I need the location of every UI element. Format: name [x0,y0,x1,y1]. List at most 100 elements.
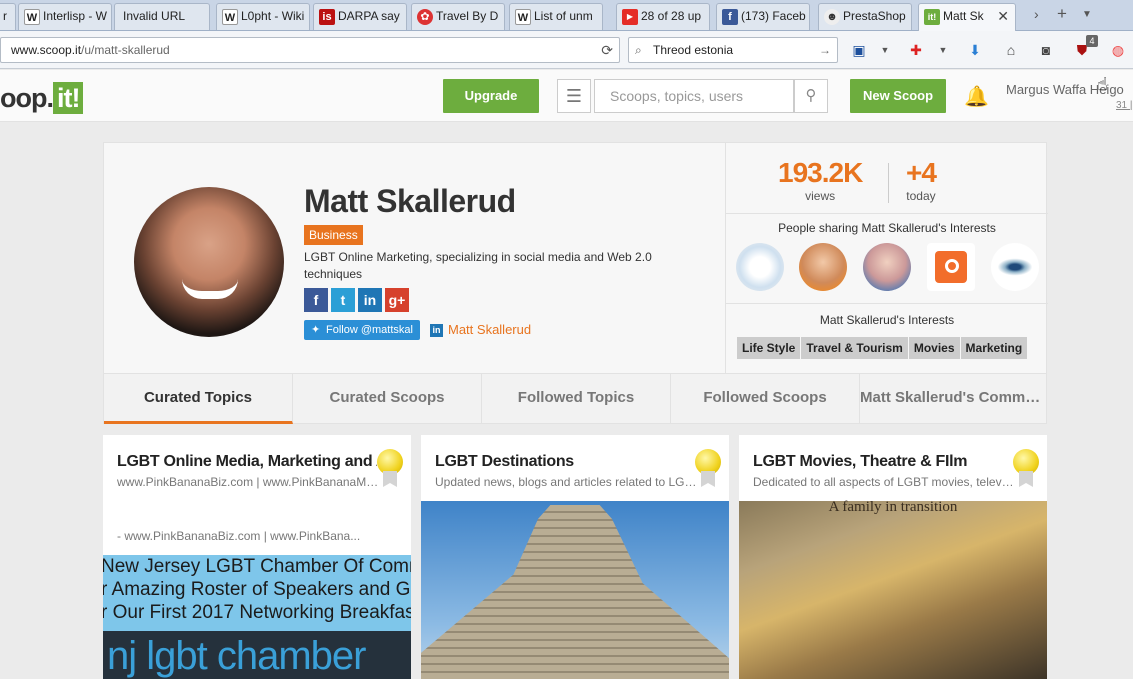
interest-chip[interactable]: Movies [908,337,960,359]
dropdown-icon[interactable]: ▼ [875,40,895,60]
close-tab-icon[interactable]: ✕ [997,4,1009,28]
browser-nav-bar: www.scoop.it/u/matt-skallerud ⟳ ⌕ Threod e… [0,31,1133,69]
tab-label: r [3,9,7,23]
card-title[interactable]: LGBT Destinations [435,453,695,471]
interests-list: Life Style Travel & Tourism Movies Marketin… [737,337,1028,359]
tab-label: PrestaShop [843,9,906,23]
user-sub-link[interactable]: 31 | [1116,100,1133,111]
prestashop-icon: ☻ [824,9,840,25]
card-title[interactable]: LGBT Online Media, Marketing and Adverti… [117,453,377,471]
linkedin-icon[interactable]: in [358,288,382,312]
tab-curated-scoops[interactable]: Curated Scoops [293,374,482,424]
pocket-icon[interactable]: ◙ [1036,40,1056,60]
url-bar[interactable]: www.scoop.it/u/matt-skallerud ⟳ [0,37,620,63]
tab-label: (173) Faceb [741,9,806,23]
download-icon[interactable]: ⬇ [965,40,985,60]
person-avatar[interactable] [991,243,1039,291]
tab-community[interactable]: Matt Skallerud's Communi... [860,374,1047,424]
browser-tab[interactable]: W Interlisp - W [18,3,112,30]
browser-tab[interactable]: r [0,3,16,30]
logo-it: it! [52,82,84,114]
person-avatar[interactable] [927,243,975,291]
person-avatar[interactable] [799,243,847,291]
facebook-icon[interactable]: f [304,288,328,312]
browser-tab[interactable]: ▶ 28 of 28 up [616,3,710,30]
interest-chip[interactable]: Marketing [960,337,1028,359]
scroll-tabs-right-icon[interactable]: › [1034,6,1039,22]
today-value: +4 [906,157,937,188]
bell-icon[interactable]: 🔔 [964,84,989,109]
banner-line: r Our First 2017 Networking Breakfas [103,602,411,623]
browser-tab[interactable]: ✿ Travel By D [411,3,505,30]
card-banner-image: New Jersey LGBT Chamber Of Commerce r Am… [103,555,411,631]
wikipedia-icon: W [24,9,40,25]
wikipedia-icon: W [515,9,531,25]
firstaid-icon[interactable]: ✚ [906,40,926,60]
tab-label: List of unm [534,9,593,23]
upgrade-button[interactable]: Upgrade [443,79,539,113]
extension-icon[interactable]: ◍ [1108,40,1128,60]
image-caption: A family in transition [828,499,958,515]
medal-icon [693,449,723,489]
twitter-icon[interactable]: t [331,288,355,312]
medal-icon [1011,449,1041,489]
divider [726,213,1048,214]
wikipedia-icon: W [222,9,238,25]
save-icon[interactable]: ▣ [849,40,869,60]
topic-card[interactable]: LGBT Movies, Theatre & FIlm Dedicated to… [739,435,1047,679]
is-icon: is [319,9,335,25]
menu-icon[interactable]: ☰ [557,79,591,113]
tab-label: Matt Sk [943,9,984,23]
person-avatar[interactable] [736,243,784,291]
follow-label: Follow @mattskal [326,324,413,336]
browser-tab[interactable]: Invalid URL [114,3,210,30]
banner-line: r Amazing Roster of Speakers and G [103,579,411,600]
badge-count: 4 [1086,35,1098,47]
category-badge[interactable]: Business [304,225,363,245]
twitter-follow-button[interactable]: ✦ Follow @mattskal [304,320,420,340]
stat-divider [888,163,889,203]
linkedin-name: Matt Skallerud [448,322,532,337]
views-stat: 193.2K views [778,157,863,203]
browser-tab[interactable]: W List of unm [509,3,603,30]
scoopit-icon: it! [924,9,940,25]
person-avatar[interactable] [863,243,911,291]
browser-tab[interactable]: is DARPA say [313,3,407,30]
dropdown-icon[interactable]: ▼ [933,40,953,60]
tab-curated-topics[interactable]: Curated Topics [104,374,293,424]
interest-chip[interactable]: Life Style [737,337,801,359]
new-tab-icon[interactable]: + [1057,4,1067,24]
profile-name: Matt Skallerud [304,183,516,219]
tab-followed-topics[interactable]: Followed Topics [482,374,671,424]
tab-list-icon[interactable]: ▼ [1082,9,1092,20]
site-logo[interactable]: oop. it! [0,82,84,114]
googleplus-icon[interactable]: g+ [385,288,409,312]
home-icon[interactable]: ⌂ [1001,40,1021,60]
card-subtitle: Updated news, blogs and articles related… [435,475,697,489]
new-scoop-button[interactable]: New Scoop [850,79,946,113]
profile-description: LGBT Online Marketing, specializing in s… [304,250,652,281]
interest-chip[interactable]: Travel & Tourism [801,337,908,359]
today-label: today [906,189,936,203]
logo-text: oop. [0,83,54,113]
hand-cursor-icon: ☝ [1097,74,1108,94]
linkedin-profile-link[interactable]: in Matt Skallerud [430,322,531,337]
topic-card[interactable]: LGBT Destinations Updated news, blogs an… [421,435,729,679]
card-title[interactable]: LGBT Movies, Theatre & FIlm [753,453,1013,471]
topic-card[interactable]: LGBT Online Media, Marketing and Adverti… [103,435,411,679]
tab-label: L0pht - Wiki [241,9,305,23]
browser-tab[interactable]: ☻ PrestaShop [818,3,912,30]
card-banner-logo: nj lgbt chamber [103,631,411,679]
browser-tab-active[interactable]: it! Matt Sk ✕ [918,3,1016,31]
browser-tab[interactable]: f (173) Faceb [716,3,810,30]
profile-card: Matt Skallerud Business LGBT Online Mark… [103,142,1048,374]
reload-icon[interactable]: ⟳ [601,38,613,62]
search-go-icon[interactable]: → [819,38,831,62]
tab-label: 28 of 28 up [641,9,702,23]
tab-followed-scoops[interactable]: Followed Scoops [671,374,860,424]
search-icon[interactable]: ⚲ [794,79,828,113]
site-search-input[interactable]: Scoops, topics, users [594,79,794,113]
browser-search-input[interactable]: ⌕ Threod estonia → [628,37,838,63]
browser-tab[interactable]: W L0pht - Wiki [216,3,310,30]
youtube-icon: ▶ [622,9,638,25]
